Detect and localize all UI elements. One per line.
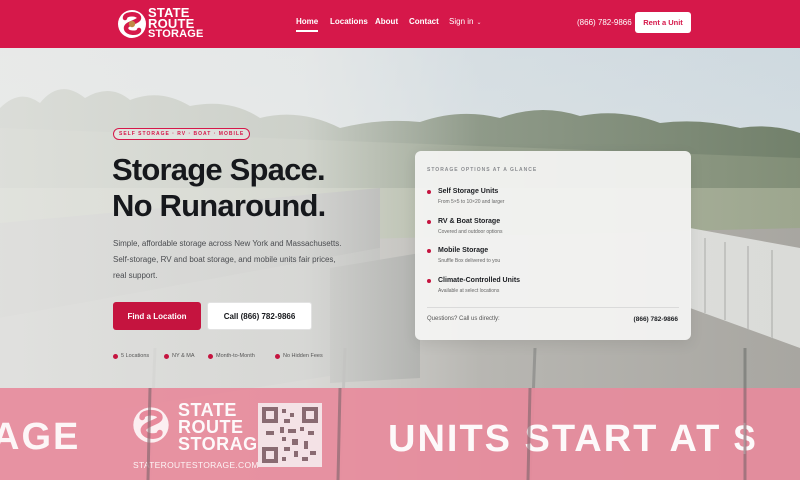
bullet-icon xyxy=(208,353,213,359)
call-phone-button[interactable]: Call (866) 782-9866 xyxy=(207,302,312,330)
option-name: Self Storage Units xyxy=(438,188,499,195)
feature-locations: 5 Locations xyxy=(113,353,149,359)
chevron-down-icon: ⌄ xyxy=(476,20,482,26)
feature-month-to-month: Month-to-Month xyxy=(208,353,255,359)
feature-states: NY & MA xyxy=(164,353,195,359)
nav-contact[interactable]: Contact xyxy=(409,17,439,26)
rent-a-unit-button[interactable]: Rent a Unit xyxy=(635,12,691,33)
storage-options-card: STORAGE OPTIONS AT A GLANCE Self Storage… xyxy=(415,151,691,340)
nav-about[interactable]: About xyxy=(375,17,398,26)
hero-subtext: Simple, affordable storage across New Yo… xyxy=(113,236,393,284)
hero-headline-line-1: Storage Space. xyxy=(112,152,326,187)
nav-sign-in-label: Sign in xyxy=(449,17,474,26)
card-divider xyxy=(427,307,679,308)
bullet-icon xyxy=(427,279,431,283)
feature-label: NY & MA xyxy=(172,353,195,359)
hero-subtext-line-3: real support. xyxy=(113,271,158,280)
option-desc: Snuffle Box delivered to you xyxy=(438,258,501,264)
find-location-button[interactable]: Find a Location xyxy=(113,302,201,330)
hero-headline-line-2: No Runaround. xyxy=(112,188,326,223)
card-question: Questions? Call us directly: xyxy=(427,316,500,322)
hero-subtext-line-2: Self-storage, RV and boat storage, and m… xyxy=(113,255,336,264)
hero-section: SELF STORAGE · RV · BOAT · MOBILE Storag… xyxy=(0,48,800,480)
feature-label: Month-to-Month xyxy=(216,353,255,359)
nav-sign-in[interactable]: Sign in ⌄ xyxy=(449,17,482,26)
feature-label: No Hidden Fees xyxy=(283,353,323,359)
brand-logo[interactable]: STATE ROUTE STORAGE xyxy=(117,4,203,44)
option-name: RV & Boat Storage xyxy=(438,218,501,225)
option-name: Mobile Storage xyxy=(438,247,489,254)
feature-no-hidden-fees: No Hidden Fees xyxy=(275,353,323,359)
option-desc: Available at select locations xyxy=(438,288,500,294)
option-name: Climate-Controlled Units xyxy=(438,277,521,284)
fence-banner: AGE STATE ROUTE STORAGE STATEROUTESTORAG… xyxy=(0,388,800,480)
bullet-icon xyxy=(427,190,431,194)
nav-home[interactable]: Home xyxy=(296,17,319,32)
header-phone-link[interactable]: (866) 782-9866 xyxy=(577,18,632,27)
bullet-icon xyxy=(427,220,431,224)
bullet-icon xyxy=(275,353,280,359)
feature-label: 5 Locations xyxy=(121,353,150,359)
site-header: STATE ROUTE STORAGE Home Locations About… xyxy=(0,0,800,48)
bullet-icon xyxy=(164,353,169,359)
fence-posts xyxy=(146,388,747,480)
card-phone-link[interactable]: (866) 782-9866 xyxy=(634,316,678,323)
hero-headline: Storage Space. No Runaround. xyxy=(112,152,326,224)
brand-line-3: STORAGE xyxy=(148,28,204,40)
hero-subtext-line-1: Simple, affordable storage across New Yo… xyxy=(113,239,342,248)
bullet-icon xyxy=(113,353,118,359)
card-title: STORAGE OPTIONS AT A GLANCE xyxy=(427,167,538,173)
option-desc: From 5×5 to 10×20 and larger xyxy=(438,199,505,205)
brand-wordmark: STATE ROUTE STORAGE xyxy=(148,6,204,40)
nav-locations[interactable]: Locations xyxy=(330,17,368,26)
hero-category-badge: SELF STORAGE · RV · BOAT · MOBILE xyxy=(113,128,251,140)
option-desc: Covered and outdoor options xyxy=(438,229,503,235)
bullet-icon xyxy=(427,249,431,253)
sr-monogram-icon xyxy=(118,10,146,38)
